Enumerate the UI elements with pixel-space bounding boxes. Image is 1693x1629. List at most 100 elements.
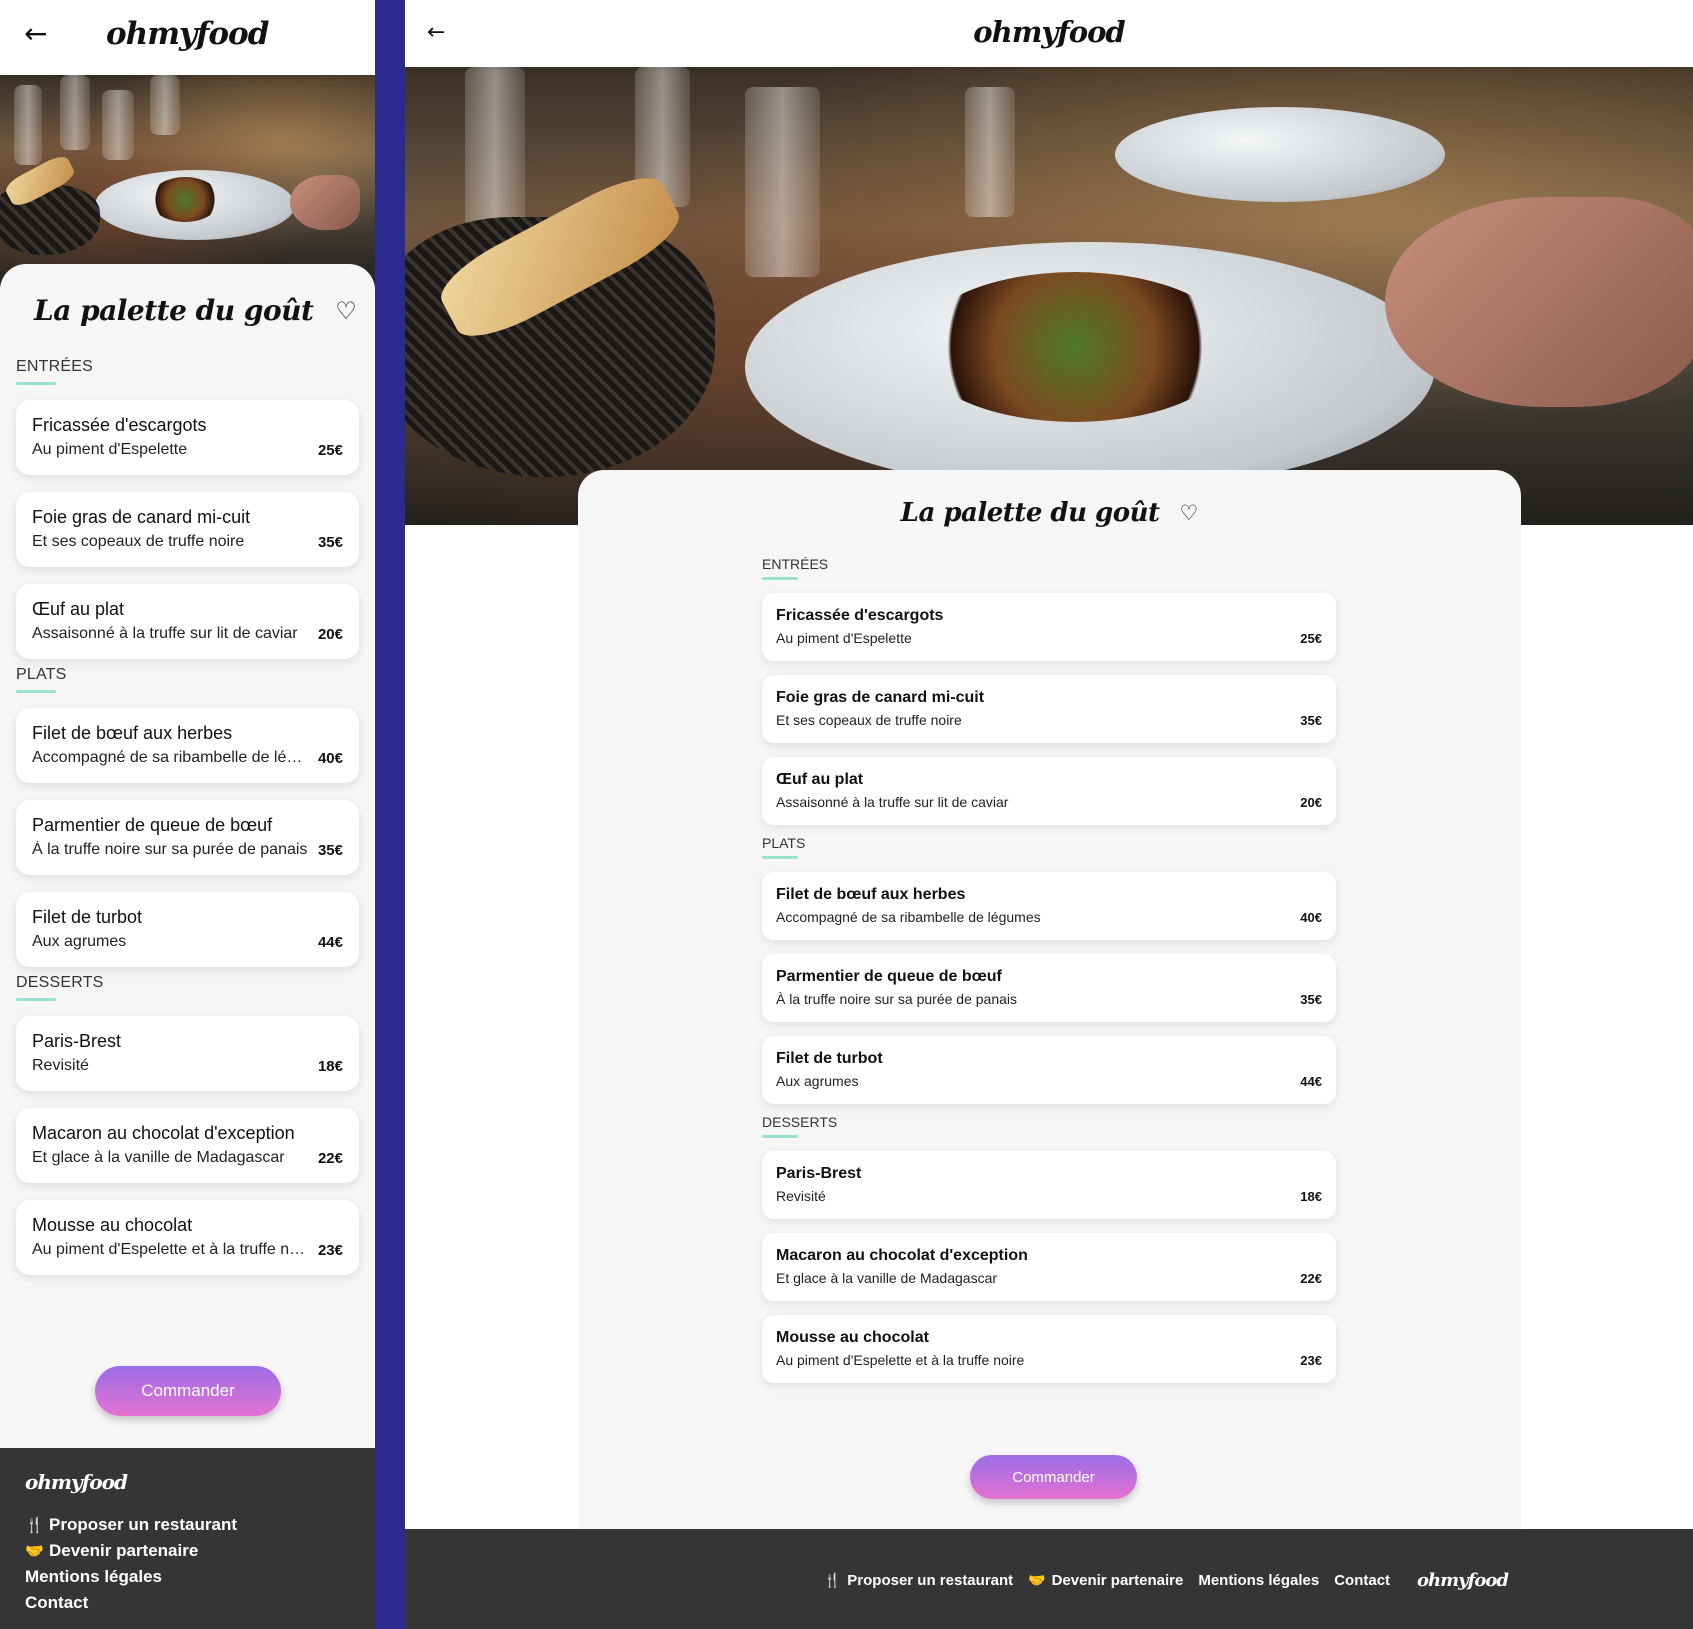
menu-item-card[interactable]: Foie gras de canard mi-cuit Et ses copeau… [762, 675, 1336, 743]
heart-outline-icon[interactable]: ♡ [335, 297, 357, 325]
menu-item-card[interactable]: Macaron au chocolat d'exception Et glace … [16, 1108, 359, 1183]
section-title: PLATS [762, 835, 806, 851]
menu-item-price: 23€ [1300, 1353, 1322, 1368]
section-title: ENTRÉES [762, 556, 829, 572]
menu-section: PLATS [16, 666, 67, 693]
menu-item-price: 35€ [317, 842, 343, 859]
brand-logo[interactable]: ohmyfood [405, 15, 1693, 49]
menu-item-price: 18€ [317, 1058, 343, 1075]
menu-item-price: 22€ [317, 1150, 343, 1167]
restaurant-banner-image [0, 75, 375, 290]
menu-item-description: À la truffe noire sur sa purée de panais [32, 841, 308, 858]
utensils-icon: 🍴 [25, 1517, 44, 1534]
menu-item-description: Accompagné de sa ribambelle de légumes [776, 909, 1041, 925]
menu-item-card[interactable]: Parmentier de queue de bœuf À la truffe n… [762, 954, 1336, 1022]
footer-link-propose[interactable]: 🍴 Proposer un restaurant [824, 1572, 1013, 1589]
footer-link-legal[interactable]: Mentions légales [1198, 1572, 1319, 1589]
menu-item-description: Aux agrumes [776, 1073, 859, 1089]
section-underline [16, 998, 56, 1001]
menu-item-price: 23€ [317, 1242, 343, 1259]
footer-link-contact[interactable]: Contact [25, 1590, 237, 1616]
restaurant-title: La palette du goût [900, 498, 1160, 528]
footer: ohmyfood 🍴 Proposer un restaurant 🤝 Deveni… [0, 1448, 375, 1629]
menu-item-name: Mousse au chocolat [776, 1329, 929, 1346]
menu-section: DESSERTS [762, 1114, 837, 1138]
section-underline [762, 856, 798, 859]
menu-item-description: Au piment d'Espelette et à la truffe noi… [32, 1241, 309, 1258]
menu-item-card[interactable]: Foie gras de canard mi-cuit Et ses copeau… [16, 492, 359, 567]
menu-item-name: Filet de bœuf aux herbes [776, 886, 966, 903]
footer-logo[interactable]: ohmyfood [25, 1470, 128, 1494]
menu-card: La palette du goût ♡ ENTRÉES Fricassée d'… [578, 470, 1521, 1530]
heart-outline-icon[interactable]: ♡ [1179, 501, 1198, 525]
footer-link-partner[interactable]: 🤝 Devenir partenaire [25, 1538, 237, 1564]
menu-item-card[interactable]: Paris-Brest Revisité 18€ [762, 1151, 1336, 1219]
restaurant-banner-image [405, 67, 1693, 525]
menu-item-card[interactable]: Filet de turbot Aux agrumes 44€ [762, 1036, 1336, 1104]
menu-card: La palette du goût ♡ ENTRÉES Fricassée d'… [0, 264, 375, 1448]
order-button[interactable]: Commander [970, 1455, 1137, 1499]
menu-item-card[interactable]: Œuf au plat Assaisonné à la truffe sur li… [762, 757, 1336, 825]
menu-item-name: Filet de turbot [32, 907, 143, 927]
menu-item-name: Fricassée d'escargots [32, 415, 207, 435]
desktop-view: ← ohmyfood La palette du goût ♡ ENTRÉES F… [405, 0, 1693, 1629]
menu-item-name: Parmentier de queue de bœuf [32, 815, 273, 835]
utensils-icon: 🍴 [823, 1572, 842, 1588]
section-underline [16, 690, 56, 693]
menu-item-price: 40€ [1300, 910, 1322, 925]
footer-link-partner[interactable]: 🤝 Devenir partenaire [1028, 1572, 1183, 1589]
menu-item-name: Parmentier de queue de bœuf [776, 968, 1002, 985]
menu-item-description: Revisité [776, 1188, 826, 1204]
back-arrow-icon[interactable]: ← [24, 20, 47, 48]
menu-item-card[interactable]: Mousse au chocolat Au piment d'Espelette … [16, 1200, 359, 1275]
menu-section: ENTRÉES [762, 556, 828, 580]
restaurant-title: La palette du goût [34, 294, 314, 327]
footer-link-propose[interactable]: 🍴 Proposer un restaurant [25, 1512, 237, 1538]
menu-item-description: Assaisonné à la truffe sur lit de caviar [32, 625, 298, 642]
footer-link-legal[interactable]: Mentions légales [25, 1564, 237, 1590]
handshake-icon: 🤝 [25, 1543, 44, 1560]
menu-item-name: Paris-Brest [32, 1031, 122, 1051]
menu-item-card[interactable]: Mousse au chocolat Au piment d'Espelette … [762, 1315, 1336, 1383]
order-button[interactable]: Commander [95, 1366, 281, 1416]
menu-item-card[interactable]: Fricassée d'escargots Au piment d'Espelet… [16, 400, 359, 475]
menu-item-price: 44€ [1300, 1074, 1322, 1089]
menu-item-card[interactable]: Filet de turbot Aux agrumes 44€ [16, 892, 359, 967]
menu-item-price: 35€ [317, 534, 343, 551]
section-underline [762, 577, 798, 580]
menu-item-card[interactable]: Filet de bœuf aux herbes Accompagné de sa… [762, 872, 1336, 940]
menu-item-name: Filet de bœuf aux herbes [32, 723, 233, 743]
menu-item-card[interactable]: Filet de bœuf aux herbes Accompagné de sa… [16, 708, 359, 783]
menu-item-price: 20€ [317, 626, 343, 643]
menu-item-card[interactable]: Œuf au plat Assaisonné à la truffe sur li… [16, 584, 359, 659]
brand-logo[interactable]: ohmyfood [106, 16, 269, 52]
menu-item-name: Œuf au plat [32, 599, 125, 619]
menu-item-name: Filet de turbot [776, 1050, 883, 1067]
menu-item-price: 40€ [317, 750, 343, 767]
header: ← ohmyfood [405, 0, 1693, 67]
menu-item-price: 44€ [317, 934, 343, 951]
menu-item-name: Paris-Brest [776, 1165, 862, 1182]
menu-item-price: 25€ [1300, 631, 1322, 646]
menu-item-name: Foie gras de canard mi-cuit [776, 689, 985, 706]
menu-item-name: Macaron au chocolat d'exception [32, 1123, 295, 1143]
footer-link-contact[interactable]: Contact [1334, 1572, 1390, 1589]
menu-item-card[interactable]: Fricassée d'escargots Au piment d'Espelet… [762, 593, 1336, 661]
menu-item-description: Accompagné de sa ribambelle de légumes [32, 749, 309, 766]
menu-section: PLATS [762, 835, 805, 859]
menu-item-card[interactable]: Macaron au chocolat d'exception Et glace … [762, 1233, 1336, 1301]
menu-item-description: Et glace à la vanille de Madagascar [32, 1149, 285, 1166]
menu-item-price: 35€ [1300, 713, 1322, 728]
section-title: DESSERTS [762, 1114, 838, 1130]
menu-item-name: Foie gras de canard mi-cuit [32, 507, 251, 527]
menu-item-name: Œuf au plat [776, 771, 864, 788]
menu-item-card[interactable]: Paris-Brest Revisité 18€ [16, 1016, 359, 1091]
section-title: DESSERTS [16, 974, 104, 991]
footer-logo[interactable]: ohmyfood [1417, 1570, 1509, 1591]
menu-item-description: Et ses copeaux de truffe noire [32, 533, 245, 550]
menu-item-card[interactable]: Parmentier de queue de bœuf À la truffe n… [16, 800, 359, 875]
section-underline [16, 382, 56, 385]
mobile-view: ← ohmyfood La palette du goût ♡ ENTRÉES F… [0, 0, 375, 1629]
section-title: ENTRÉES [16, 358, 93, 375]
menu-item-description: Assaisonné à la truffe sur lit de caviar [776, 794, 1009, 810]
